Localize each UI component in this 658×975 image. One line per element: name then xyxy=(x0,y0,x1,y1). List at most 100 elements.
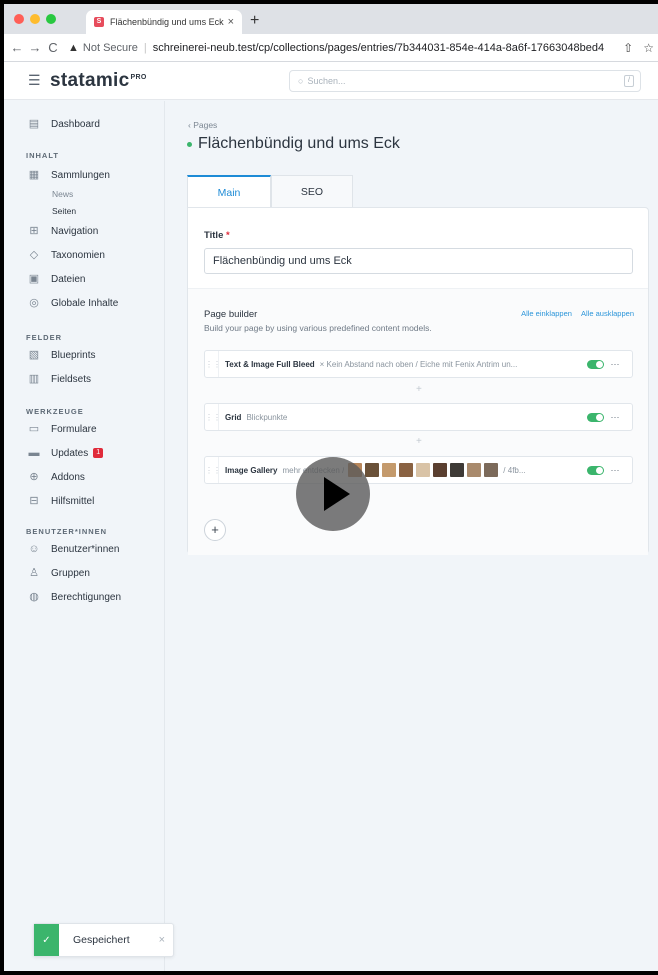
set-text-image-full-bleed[interactable]: ⋮⋮ Text & Image Full Bleed × Kein Abstan… xyxy=(204,350,633,378)
sidebar-item-permissions[interactable]: ◍ Berechtigungen xyxy=(27,591,121,603)
tab-main[interactable]: Main xyxy=(187,175,271,208)
page-title: Flächenbündig und ums Eck xyxy=(187,135,400,153)
more-options-icon[interactable]: ··· xyxy=(604,465,626,475)
set-name: Grid xyxy=(225,412,242,422)
sidebar-item-users[interactable]: ☺ Benutzer*innen xyxy=(27,543,119,555)
sidebar-item-addons[interactable]: ⊕ Addons xyxy=(27,471,85,483)
sidebar-item-blueprints[interactable]: ▧ Blueprints xyxy=(27,349,96,361)
video-play-icon[interactable] xyxy=(296,457,370,531)
share-icon[interactable]: ⇧ xyxy=(623,41,633,55)
gallery-thumbnail xyxy=(484,463,499,477)
search-icon: ○ xyxy=(298,76,304,86)
sidebar-item-updates[interactable]: ▬ Updates 1 xyxy=(27,447,104,459)
set-enabled-toggle[interactable] xyxy=(587,412,604,422)
gallery-thumbnails xyxy=(348,463,499,477)
collapse-all-button[interactable]: Alle einklappen xyxy=(521,309,572,318)
toast-message: Gespeichert xyxy=(73,934,130,946)
browser-tab-bar: S Flächenbündig und ums Eck ‹ | × + xyxy=(4,4,658,34)
published-status-icon xyxy=(187,141,192,147)
updates-icon: ▬ xyxy=(28,447,40,459)
add-set-between-icon[interactable]: + xyxy=(416,384,422,395)
section-heading-content: INHALT xyxy=(26,151,59,160)
forward-arrow-icon[interactable]: → xyxy=(26,40,44,55)
set-grid[interactable]: ⋮⋮ Grid Blickpunkte ··· xyxy=(204,403,633,431)
gallery-thumbnail xyxy=(450,463,465,477)
sidebar-nav: ▤ Dashboard INHALT ▦ Sammlungen News Seite… xyxy=(4,101,165,971)
shield-icon: ◍ xyxy=(29,591,39,603)
collections-icon: ▦ xyxy=(28,169,40,181)
title-field-label: Title * xyxy=(204,230,230,241)
sidebar-item-assets[interactable]: ▣ Dateien xyxy=(27,273,86,285)
navigation-icon: ⊞ xyxy=(29,225,39,237)
sidebar-item-forms[interactable]: ▭ Formulare xyxy=(27,423,97,435)
set-name: Image Gallery xyxy=(225,465,278,475)
window-controls xyxy=(14,14,56,24)
sidebar-item-groups[interactable]: ♙ Gruppen xyxy=(27,567,90,579)
close-window-button[interactable] xyxy=(14,14,24,24)
toast-close-icon[interactable]: × xyxy=(159,934,165,946)
drag-handle-icon[interactable]: ⋮⋮ xyxy=(205,351,221,377)
bookmark-star-icon[interactable]: ☆ xyxy=(643,41,654,55)
minimize-window-button[interactable] xyxy=(30,14,40,24)
blueprint-icon: ▧ xyxy=(28,349,40,361)
drag-handle-icon[interactable]: ⋮⋮ xyxy=(205,404,221,430)
gallery-thumbnail xyxy=(382,463,397,477)
image-icon: ▣ xyxy=(28,273,40,285)
add-set-between-icon[interactable]: + xyxy=(416,436,422,447)
add-set-button[interactable]: + xyxy=(204,519,226,541)
sidebar-item-fieldsets[interactable]: ▥ Fieldsets xyxy=(27,373,91,385)
tab-close-icon[interactable]: × xyxy=(228,16,234,28)
maximize-window-button[interactable] xyxy=(46,14,56,24)
addons-icon: ⊕ xyxy=(29,471,39,483)
gallery-thumbnail xyxy=(399,463,414,477)
sidebar-subitem-pages[interactable]: Seiten xyxy=(52,206,76,216)
tab-title: Flächenbündig und ums Eck ‹ | xyxy=(110,17,224,27)
title-field-section: Title * Flächenbündig und ums Eck xyxy=(188,208,648,288)
url-field[interactable]: ▲ Not Secure | schreinerei-neub.test/cp/… xyxy=(68,42,604,54)
new-tab-button[interactable]: + xyxy=(250,12,259,30)
tab-seo[interactable]: SEO xyxy=(271,175,353,208)
set-summary: Blickpunkte xyxy=(246,412,288,422)
search-shortcut-hint: / xyxy=(624,75,634,87)
page-builder-actions: Alle einklappen Alle ausklappen xyxy=(514,309,634,318)
page-builder-section: Page builder Build your page by using va… xyxy=(188,288,648,555)
sidebar-item-utilities[interactable]: ⊟ Hilfsmittel xyxy=(27,495,94,507)
global-search-input[interactable]: ○ Suchen... / xyxy=(289,70,641,92)
more-options-icon[interactable]: ··· xyxy=(604,412,626,422)
section-heading-fields: FELDER xyxy=(26,333,62,342)
drag-handle-icon[interactable]: ⋮⋮ xyxy=(205,457,221,483)
security-label: Not Secure xyxy=(82,41,138,54)
dashboard-icon: ▤ xyxy=(28,118,40,130)
app-header: ☰ statamicPRO ○ Suchen... / xyxy=(4,62,658,100)
url-separator: | xyxy=(143,41,147,54)
address-bar-actions: ⇧ ☆ xyxy=(623,41,654,55)
sidebar-subitem-news[interactable]: News xyxy=(52,189,73,199)
set-image-gallery[interactable]: ⋮⋮ Image Gallery mehr entdecken / / 4fb.… xyxy=(204,456,633,484)
set-summary: × Kein Abstand nach oben / Eiche mit Fen… xyxy=(319,359,518,369)
sidebar-item-collections[interactable]: ▦ Sammlungen xyxy=(27,169,110,181)
menu-toggle-icon[interactable]: ☰ xyxy=(28,72,41,89)
set-summary-tail: / 4fb... xyxy=(503,465,526,475)
search-placeholder: Suchen... xyxy=(307,76,346,86)
set-name: Text & Image Full Bleed xyxy=(225,359,315,369)
title-input[interactable]: Flächenbündig und ums Eck xyxy=(204,248,633,274)
url-text: schreinerei-neub.test/cp/collections/pag… xyxy=(152,41,605,54)
breadcrumb[interactable]: ‹ Pages xyxy=(188,120,217,130)
entry-tabs: Main SEO xyxy=(187,175,353,208)
expand-all-button[interactable]: Alle ausklappen xyxy=(581,309,634,318)
page-builder-label: Page builder xyxy=(204,309,258,320)
statamic-logo[interactable]: statamicPRO xyxy=(50,70,147,92)
sidebar-item-taxonomies[interactable]: ◇ Taxonomien xyxy=(27,249,105,261)
sidebar-item-dashboard[interactable]: ▤ Dashboard xyxy=(27,118,100,130)
groups-icon: ♙ xyxy=(29,567,39,579)
reload-icon[interactable]: C xyxy=(44,40,62,55)
address-bar: ← → C ▲ Not Secure | schreinerei-neub.te… xyxy=(4,34,658,62)
more-options-icon[interactable]: ··· xyxy=(604,359,626,369)
set-enabled-toggle[interactable] xyxy=(587,465,604,475)
browser-tab[interactable]: S Flächenbündig und ums Eck ‹ | × xyxy=(86,10,242,34)
sidebar-item-globals[interactable]: ◎ Globale Inhalte xyxy=(27,297,118,309)
saved-toast: ✓ Gespeichert × xyxy=(33,923,174,957)
sidebar-item-navigation[interactable]: ⊞ Navigation xyxy=(27,225,98,237)
back-arrow-icon[interactable]: ← xyxy=(8,40,26,55)
set-enabled-toggle[interactable] xyxy=(587,359,604,369)
